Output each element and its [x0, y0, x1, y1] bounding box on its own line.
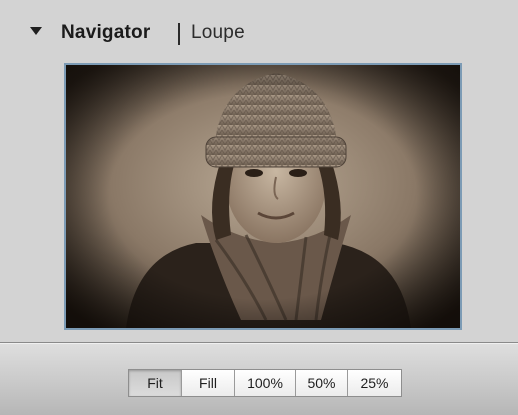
zoom-segmented-control: Fit Fill 100% 50% 25% [128, 369, 402, 397]
tab-navigator[interactable]: Navigator [61, 22, 150, 44]
tab-loupe[interactable]: Loupe [191, 22, 245, 44]
portrait-image [66, 65, 460, 328]
tab-separator [178, 23, 180, 45]
navigator-panel: Navigator Loupe Fit Fill 100% 50% 25% [0, 0, 518, 415]
zoom-100-button[interactable]: 100% [235, 370, 296, 396]
disclosure-triangle-icon[interactable] [30, 27, 42, 35]
image-preview[interactable] [64, 63, 462, 330]
zoom-fit-button[interactable]: Fit [129, 370, 182, 396]
zoom-fill-button[interactable]: Fill [182, 370, 235, 396]
zoom-25-button[interactable]: 25% [348, 370, 401, 396]
zoom-50-button[interactable]: 50% [296, 370, 348, 396]
panel-header: Navigator Loupe [0, 0, 518, 64]
